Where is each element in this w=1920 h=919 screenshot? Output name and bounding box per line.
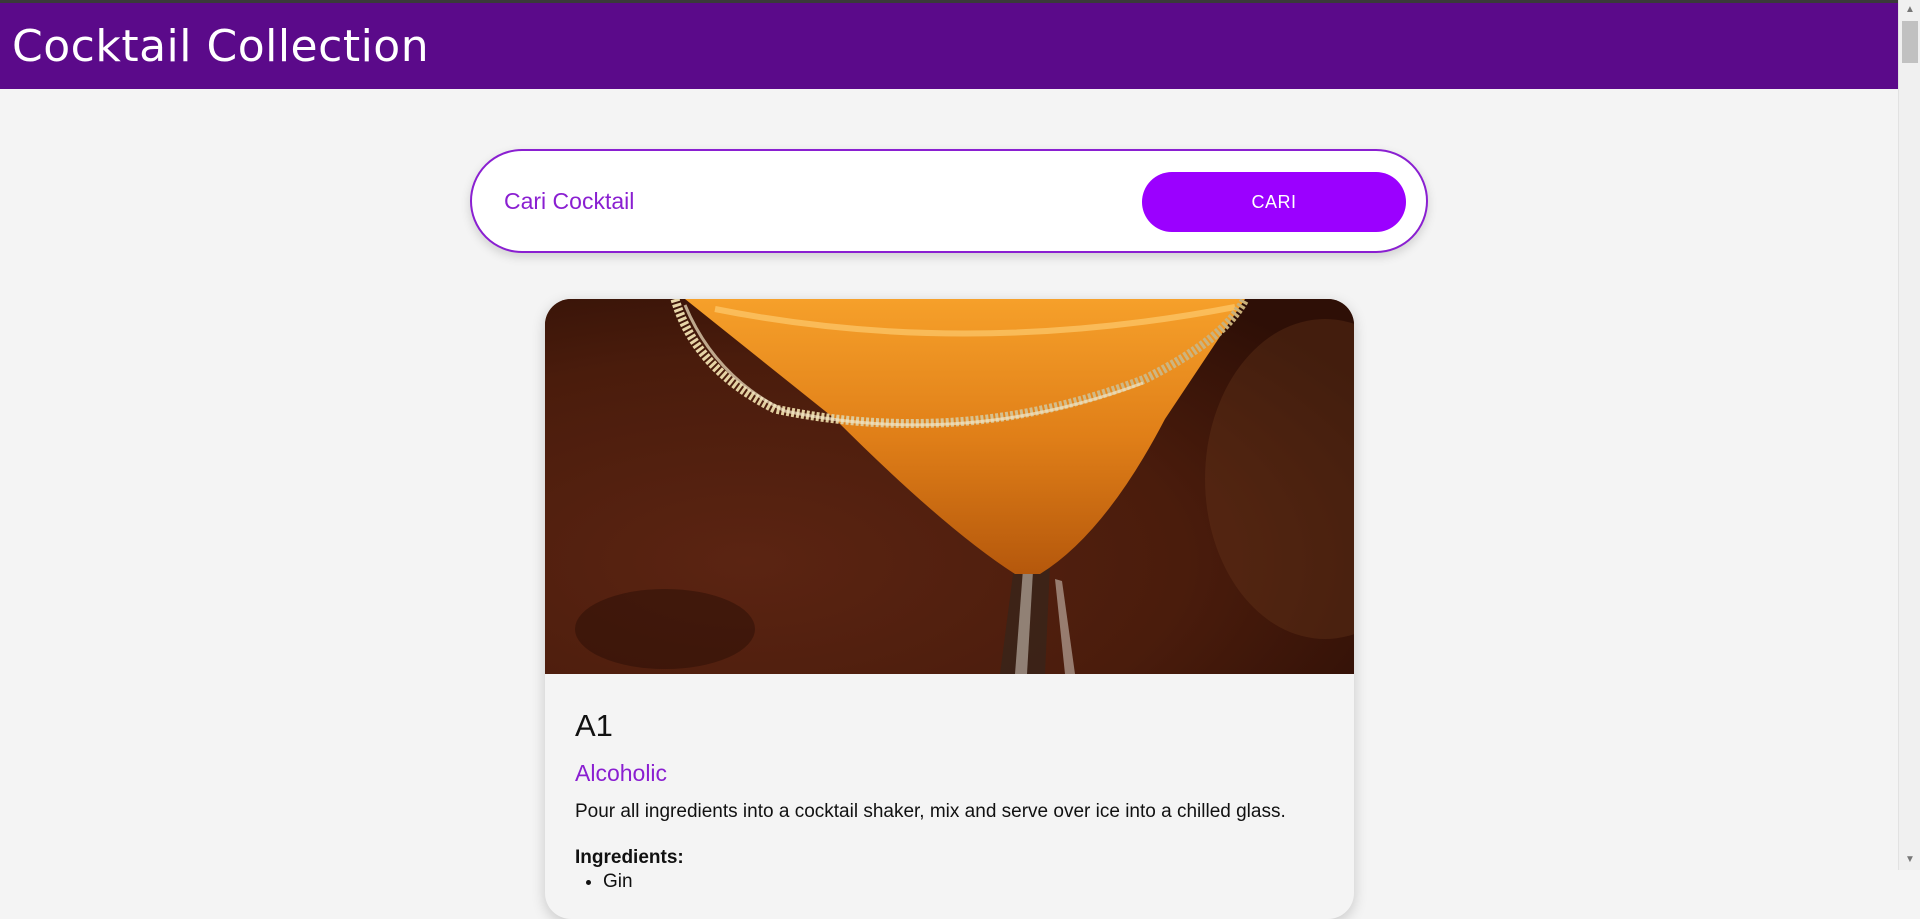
ingredient-item: Gin xyxy=(603,871,1324,893)
scrollbar-thumb[interactable] xyxy=(1902,21,1918,63)
ingredients-list: Gin xyxy=(603,871,1324,893)
cocktail-category: Alcoholic xyxy=(575,760,668,786)
vertical-scrollbar[interactable]: ▲ ▼ xyxy=(1898,0,1920,870)
app-title: Cocktail Collection xyxy=(12,20,430,72)
cocktail-card[interactable]: A1 Alcoholic Pour all ingredients into a… xyxy=(545,299,1354,919)
scroll-down-arrow-icon[interactable]: ▼ xyxy=(1899,852,1920,868)
scroll-up-arrow-icon[interactable]: ▲ xyxy=(1899,2,1920,18)
cocktail-image xyxy=(545,299,1354,674)
cocktail-instructions: Pour all ingredients into a cocktail sha… xyxy=(575,801,1286,822)
cocktail-name: A1 xyxy=(575,708,613,743)
ingredients-heading: Ingredients: xyxy=(575,847,684,868)
search-button[interactable]: CARI xyxy=(1142,172,1406,232)
app-header: Cocktail Collection xyxy=(0,3,1898,89)
search-bar: CARI xyxy=(470,149,1428,253)
search-input[interactable] xyxy=(504,173,1104,229)
